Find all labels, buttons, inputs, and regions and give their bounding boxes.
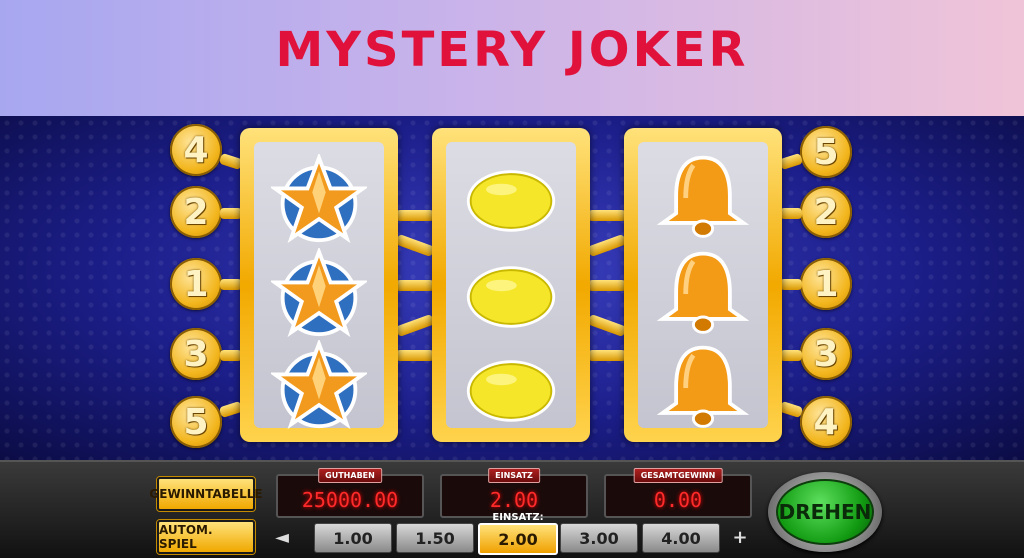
autoplay-button[interactable]: AUTOM. SPIEL bbox=[157, 520, 255, 554]
win-value: 0.00 bbox=[653, 488, 703, 512]
payline-number[interactable]: 5 bbox=[170, 396, 222, 448]
payline-connector bbox=[220, 208, 242, 219]
stake-option[interactable]: 4.00 bbox=[642, 523, 720, 553]
reel-area: 4 2 1 3 5 5 2 1 3 4 bbox=[0, 116, 1024, 460]
reel-1 bbox=[240, 128, 398, 442]
payline-number[interactable]: 3 bbox=[800, 328, 852, 380]
stake-option[interactable]: 1.50 bbox=[396, 523, 474, 553]
payline-connector bbox=[780, 350, 802, 361]
stake-label: EINSATZ: bbox=[492, 512, 544, 523]
bell-icon bbox=[656, 345, 750, 428]
payline-connector bbox=[588, 350, 626, 361]
reel-2 bbox=[432, 128, 590, 442]
win-label: GESAMTGEWINN bbox=[633, 468, 723, 483]
payline-number[interactable]: 1 bbox=[800, 258, 852, 310]
stake-prev-button[interactable]: ◄ bbox=[270, 524, 294, 550]
lemon-icon bbox=[466, 266, 556, 328]
stake-option[interactable]: 1.00 bbox=[314, 523, 392, 553]
stake-option-selected[interactable]: 2.00 bbox=[478, 523, 558, 555]
bell-icon bbox=[656, 251, 750, 334]
payline-number[interactable]: 2 bbox=[800, 186, 852, 238]
payline-number[interactable]: 1 bbox=[170, 258, 222, 310]
payline-connector bbox=[395, 233, 435, 258]
lemon-icon bbox=[466, 360, 556, 422]
payline-number[interactable]: 2 bbox=[170, 186, 222, 238]
stake-next-button[interactable]: + bbox=[728, 524, 752, 550]
payline-number[interactable]: 5 bbox=[800, 126, 852, 178]
control-panel: GEWINNTABELLE AUTOM. SPIEL GUTHABEN 2500… bbox=[0, 460, 1024, 558]
payline-connector bbox=[396, 280, 434, 291]
bet-label: EINSATZ bbox=[488, 468, 540, 483]
payline-connector bbox=[588, 210, 626, 221]
title-banner: MYSTERY JOKER bbox=[0, 0, 1024, 116]
paytable-button[interactable]: GEWINNTABELLE bbox=[149, 477, 263, 511]
payline-connector bbox=[396, 350, 434, 361]
balance-display: GUTHABEN 25000.00 bbox=[276, 468, 424, 518]
payline-number[interactable]: 3 bbox=[170, 328, 222, 380]
stake-option[interactable]: 3.00 bbox=[560, 523, 638, 553]
payline-connector bbox=[587, 313, 627, 338]
lemon-icon bbox=[466, 170, 556, 232]
spin-button-label[interactable]: DREHEN bbox=[776, 479, 874, 545]
spin-button[interactable]: DREHEN bbox=[768, 472, 882, 552]
bet-value: 2.00 bbox=[489, 488, 539, 512]
payline-connector bbox=[587, 233, 627, 258]
bell-icon bbox=[656, 155, 750, 238]
payline-connector bbox=[396, 210, 434, 221]
payline-connector bbox=[395, 313, 435, 338]
star-icon bbox=[271, 248, 367, 338]
payline-connector bbox=[220, 350, 242, 361]
payline-number[interactable]: 4 bbox=[170, 124, 222, 176]
payline-connector bbox=[780, 208, 802, 219]
game-title: MYSTERY JOKER bbox=[275, 22, 749, 78]
balance-value: 25000.00 bbox=[301, 488, 399, 512]
reel-3 bbox=[624, 128, 782, 442]
win-display: GESAMTGEWINN 0.00 bbox=[604, 468, 752, 518]
payline-connector bbox=[220, 279, 242, 290]
payline-connector bbox=[588, 280, 626, 291]
star-icon bbox=[271, 340, 367, 430]
star-icon bbox=[271, 154, 367, 244]
payline-connector bbox=[778, 400, 804, 419]
payline-connector bbox=[778, 152, 804, 171]
payline-number[interactable]: 4 bbox=[800, 396, 852, 448]
balance-label: GUTHABEN bbox=[318, 468, 382, 483]
payline-connector bbox=[780, 279, 802, 290]
